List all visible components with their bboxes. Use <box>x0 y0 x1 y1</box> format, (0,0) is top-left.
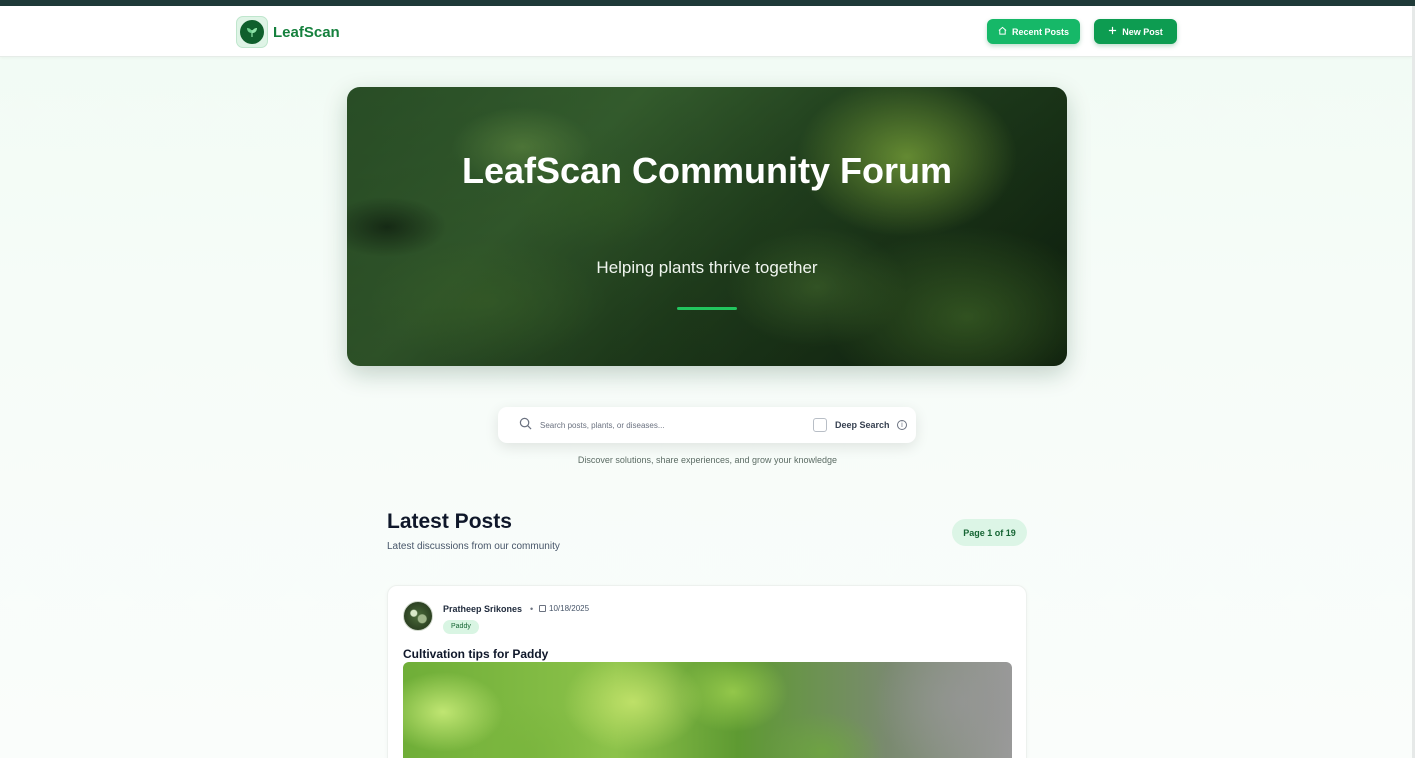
search-tagline: Discover solutions, share experiences, a… <box>577 455 838 465</box>
brand[interactable]: LeafScan <box>236 16 340 48</box>
search-input[interactable] <box>540 414 790 436</box>
brand-name: LeafScan <box>273 23 340 41</box>
plus-icon <box>1108 26 1117 38</box>
recent-posts-button[interactable]: Recent Posts <box>987 19 1080 44</box>
post-author[interactable]: Pratheep Srikones <box>443 604 522 614</box>
brand-logo <box>236 16 268 48</box>
search-bar: Deep Search i <box>498 407 916 443</box>
navbar: LeafScan Recent Posts New Post <box>0 6 1412 57</box>
new-post-label: New Post <box>1122 26 1163 37</box>
deep-search-label: Deep Search <box>835 420 890 430</box>
calendar-icon <box>539 605 546 612</box>
hero-divider <box>677 307 737 310</box>
meta-separator: • <box>530 604 534 614</box>
post-title[interactable]: Cultivation tips for Paddy <box>403 647 548 661</box>
info-icon[interactable]: i <box>897 420 907 430</box>
home-icon <box>998 26 1007 38</box>
post-tag[interactable]: Paddy <box>443 620 479 634</box>
post-card[interactable]: Pratheep Srikones • 10/18/2025 Paddy Cul… <box>387 585 1027 758</box>
page-indicator-badge: Page 1 of 19 <box>952 519 1027 546</box>
search-icon <box>519 417 532 430</box>
latest-posts-subtitle: Latest discussions from our community <box>387 541 560 552</box>
hero-banner: LeafScan Community Forum Helping plants … <box>347 87 1067 366</box>
leaf-icon <box>240 20 264 44</box>
hero-title: LeafScan Community Forum <box>461 150 953 191</box>
recent-posts-label: Recent Posts <box>1011 26 1070 37</box>
post-image[interactable] <box>403 662 1012 758</box>
deep-search-checkbox[interactable] <box>813 418 827 432</box>
hero-subtitle: Helping plants thrive together <box>596 258 818 277</box>
avatar[interactable] <box>403 601 433 631</box>
post-date: 10/18/2025 <box>549 604 590 613</box>
latest-posts-title: Latest Posts <box>387 510 512 533</box>
new-post-button[interactable]: New Post <box>1094 19 1177 44</box>
hero-overlay <box>347 87 1067 366</box>
